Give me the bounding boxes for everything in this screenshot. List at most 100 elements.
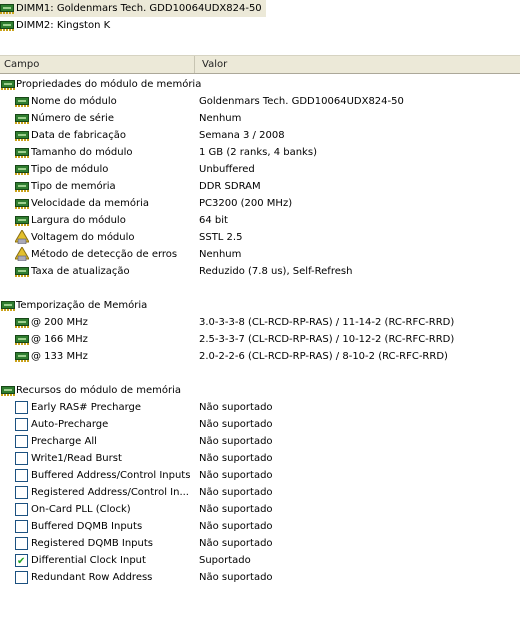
unchecked-checkbox[interactable] <box>15 435 28 448</box>
voltage-icon <box>15 247 29 261</box>
property-value: Não suportado <box>199 402 273 413</box>
feature-label: On-Card PLL (Clock) <box>31 504 131 515</box>
feature-label: Buffered DQMB Inputs <box>31 521 143 532</box>
memory-chip-icon <box>15 131 29 141</box>
property-value: 2.0-2-2-6 (CL-RCD-RP-RAS) / 8-10-2 (RC-R… <box>199 351 448 362</box>
property-label: Número de série <box>31 113 114 124</box>
property-value: 2.5-3-3-7 (CL-RCD-RP-RAS) / 10-12-2 (RC-… <box>199 334 455 345</box>
property-row[interactable]: Tipo de módulo Unbuffered <box>0 161 520 178</box>
property-value: Não suportado <box>199 419 273 430</box>
feature-label: Buffered Address/Control Inputs <box>31 470 191 481</box>
unchecked-checkbox[interactable] <box>15 469 28 482</box>
property-label: Tipo de memória <box>31 181 116 192</box>
feature-label: Precharge All <box>31 436 97 447</box>
voltage-icon <box>15 230 29 244</box>
property-row[interactable]: Tamanho do módulo 1 GB (2 ranks, 4 banks) <box>0 144 520 161</box>
feature-row[interactable]: Write1/Read Burst Não suportado <box>0 450 520 467</box>
memory-chip-icon <box>15 216 29 226</box>
property-value: 1 GB (2 ranks, 4 banks) <box>199 147 317 158</box>
property-value: Não suportado <box>199 436 273 447</box>
timing-label: @ 166 MHz <box>31 334 88 345</box>
property-row[interactable]: Método de detecção de erros Nenhum <box>0 246 520 263</box>
property-row[interactable]: Taxa de atualização Reduzido (7.8 us), Se… <box>0 263 520 280</box>
group-title: Temporização de Memória <box>16 300 148 311</box>
property-value: Unbuffered <box>199 164 255 175</box>
property-label: Data de fabricação <box>31 130 126 141</box>
unchecked-checkbox[interactable] <box>15 401 28 414</box>
feature-label: Redundant Row Address <box>31 572 153 583</box>
timing-label: @ 133 MHz <box>31 351 88 362</box>
unchecked-checkbox[interactable] <box>15 520 28 533</box>
property-label: Tipo de módulo <box>31 164 109 175</box>
property-label: Nome do módulo <box>31 96 117 107</box>
feature-label: Auto-Precharge <box>31 419 109 430</box>
property-row[interactable]: Data de fabricação Semana 3 / 2008 <box>0 127 520 144</box>
property-label: Método de detecção de erros <box>31 249 178 260</box>
property-value: Nenhum <box>199 113 242 124</box>
property-value: SSTL 2.5 <box>199 232 243 243</box>
memory-chip-icon <box>1 80 15 90</box>
property-value: Reduzido (7.8 us), Self-Refresh <box>199 266 353 277</box>
property-row[interactable]: Nome do módulo Goldenmars Tech. GDD10064U… <box>0 93 520 110</box>
memory-chip-icon <box>15 318 29 328</box>
property-value: DDR SDRAM <box>199 181 261 192</box>
memory-chip-icon <box>15 165 29 175</box>
property-value: 3.0-3-3-8 (CL-RCD-RP-RAS) / 11-14-2 (RC-… <box>199 317 455 328</box>
unchecked-checkbox[interactable] <box>15 537 28 550</box>
feature-row[interactable]: Buffered Address/Control Inputs Não supor… <box>0 467 520 484</box>
unchecked-checkbox[interactable] <box>15 503 28 516</box>
memory-chip-icon <box>1 301 15 311</box>
dimm-list-item[interactable]: DIMM2: Kingston K <box>0 17 110 34</box>
group-header-module-features[interactable]: Recursos do módulo de memória <box>0 382 520 399</box>
checked-checkbox[interactable] <box>15 553 28 570</box>
timing-row[interactable]: @ 133 MHz 2.0-2-2-6 (CL-RCD-RP-RAS) / 8-1… <box>0 348 520 365</box>
memory-chip-icon <box>15 199 29 209</box>
timing-row[interactable]: @ 166 MHz 2.5-3-3-7 (CL-RCD-RP-RAS) / 10-… <box>0 331 520 348</box>
memory-chip-icon <box>15 352 29 362</box>
column-header-field[interactable]: Campo <box>0 56 195 73</box>
feature-row[interactable]: Auto-Precharge Não suportado <box>0 416 520 433</box>
feature-row[interactable]: Registered Address/Control In... Não supo… <box>0 484 520 501</box>
unchecked-checkbox[interactable] <box>15 571 28 584</box>
unchecked-checkbox[interactable] <box>15 452 28 465</box>
property-label: Voltagem do módulo <box>31 232 135 243</box>
property-row[interactable]: Tipo de memória DDR SDRAM <box>0 178 520 195</box>
group-header-memory-timing[interactable]: Temporização de Memória <box>0 297 520 314</box>
group-title: Propriedades do módulo de memória <box>16 79 202 90</box>
unchecked-checkbox[interactable] <box>15 418 28 431</box>
feature-row[interactable]: Registered DQMB Inputs Não suportado <box>0 535 520 552</box>
group-header-module-properties[interactable]: Propriedades do módulo de memória <box>0 76 520 93</box>
feature-label: Write1/Read Burst <box>31 453 122 464</box>
memory-chip-icon <box>15 148 29 158</box>
feature-row[interactable]: Differential Clock Input Suportado <box>0 552 520 570</box>
feature-row[interactable]: On-Card PLL (Clock) Não suportado <box>0 501 520 518</box>
dimm-label: DIMM1: Goldenmars Tech. GDD10064UDX824-5… <box>16 3 262 14</box>
property-row[interactable]: Largura do módulo 64 bit <box>0 212 520 229</box>
property-value: Não suportado <box>199 453 273 464</box>
property-label: Tamanho do módulo <box>31 147 133 158</box>
feature-row[interactable]: Early RAS# Precharge Não suportado <box>0 399 520 416</box>
property-label: Taxa de atualização <box>31 266 130 277</box>
memory-chip-icon <box>15 335 29 345</box>
feature-label: Registered Address/Control In... <box>31 487 189 498</box>
timing-row[interactable]: @ 200 MHz 3.0-3-3-8 (CL-RCD-RP-RAS) / 11-… <box>0 314 520 331</box>
property-value: Semana 3 / 2008 <box>199 130 285 141</box>
dimm-list-item[interactable]: DIMM1: Goldenmars Tech. GDD10064UDX824-5… <box>0 0 266 17</box>
property-row[interactable]: Velocidade da memória PC3200 (200 MHz) <box>0 195 520 212</box>
memory-chip-icon <box>15 267 29 277</box>
property-row[interactable]: Número de série Nenhum <box>0 110 520 127</box>
memory-chip-icon <box>15 97 29 107</box>
property-label: Velocidade da memória <box>31 198 149 209</box>
column-header-value[interactable]: Valor <box>198 56 227 73</box>
feature-row[interactable]: Buffered DQMB Inputs Não suportado <box>0 518 520 535</box>
memory-chip-icon <box>15 182 29 192</box>
property-value: Não suportado <box>199 470 273 481</box>
feature-label: Differential Clock Input <box>31 555 146 566</box>
column-header: Campo Valor <box>0 55 520 74</box>
unchecked-checkbox[interactable] <box>15 486 28 499</box>
property-value: Goldenmars Tech. GDD10064UDX824-50 <box>199 96 404 107</box>
property-value: Não suportado <box>199 504 273 515</box>
feature-row[interactable]: Precharge All Não suportado <box>0 433 520 450</box>
feature-row[interactable]: Redundant Row Address Não suportado <box>0 569 520 586</box>
property-row[interactable]: Voltagem do módulo SSTL 2.5 <box>0 229 520 246</box>
